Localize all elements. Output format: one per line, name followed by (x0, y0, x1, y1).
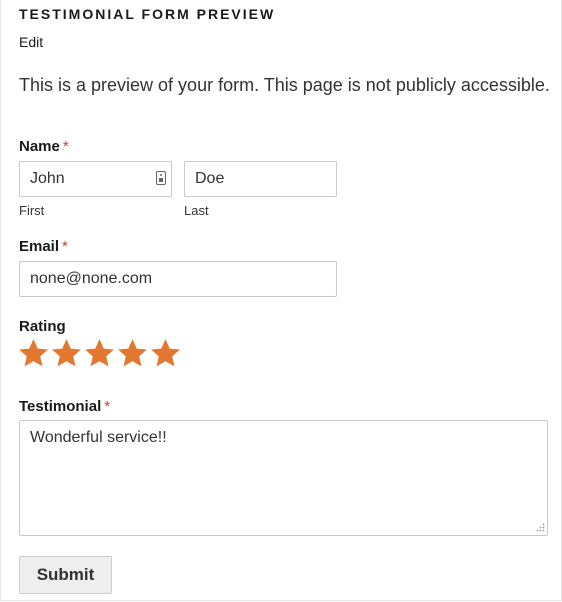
star-icon[interactable] (50, 337, 83, 370)
last-name-input[interactable]: Doe (184, 161, 337, 197)
testimonial-textarea[interactable]: Wonderful service!! (19, 420, 548, 536)
last-sublabel: Last (184, 203, 209, 218)
first-name-input[interactable]: John (19, 161, 172, 197)
name-label-text: Name (19, 138, 60, 155)
first-name-value: John (30, 170, 65, 187)
first-sublabel: First (19, 203, 45, 218)
required-mark: * (62, 238, 68, 255)
star-icon[interactable] (83, 337, 116, 370)
testimonial-value: Wonderful service!! (30, 429, 167, 446)
testimonial-label-text: Testimonial (19, 398, 102, 415)
star-icon[interactable] (149, 337, 182, 370)
rating-label-text: Rating (19, 318, 66, 335)
contact-card-icon[interactable] (156, 171, 166, 185)
testimonial-label: Testimonial * (19, 398, 110, 415)
email-value: none@none.com (30, 270, 153, 287)
resize-grip-icon[interactable] (535, 523, 545, 533)
required-mark: * (62, 138, 69, 155)
star-icon[interactable] (116, 337, 149, 370)
email-label-text: Email (19, 238, 60, 255)
name-label: Name * (19, 138, 69, 155)
email-label: Email * (19, 238, 68, 255)
required-mark: * (104, 398, 111, 415)
edit-link[interactable]: Edit (19, 34, 43, 50)
rating-label: Rating (19, 318, 66, 335)
rating-stars (17, 337, 182, 370)
page-title: TESTIMONIAL FORM PREVIEW (19, 6, 276, 22)
submit-button[interactable]: Submit (19, 556, 112, 594)
preview-notice: This is a preview of your form. This pag… (19, 75, 550, 95)
last-name-value: Doe (195, 170, 225, 187)
star-icon[interactable] (17, 337, 50, 370)
email-input[interactable]: none@none.com (19, 261, 337, 297)
